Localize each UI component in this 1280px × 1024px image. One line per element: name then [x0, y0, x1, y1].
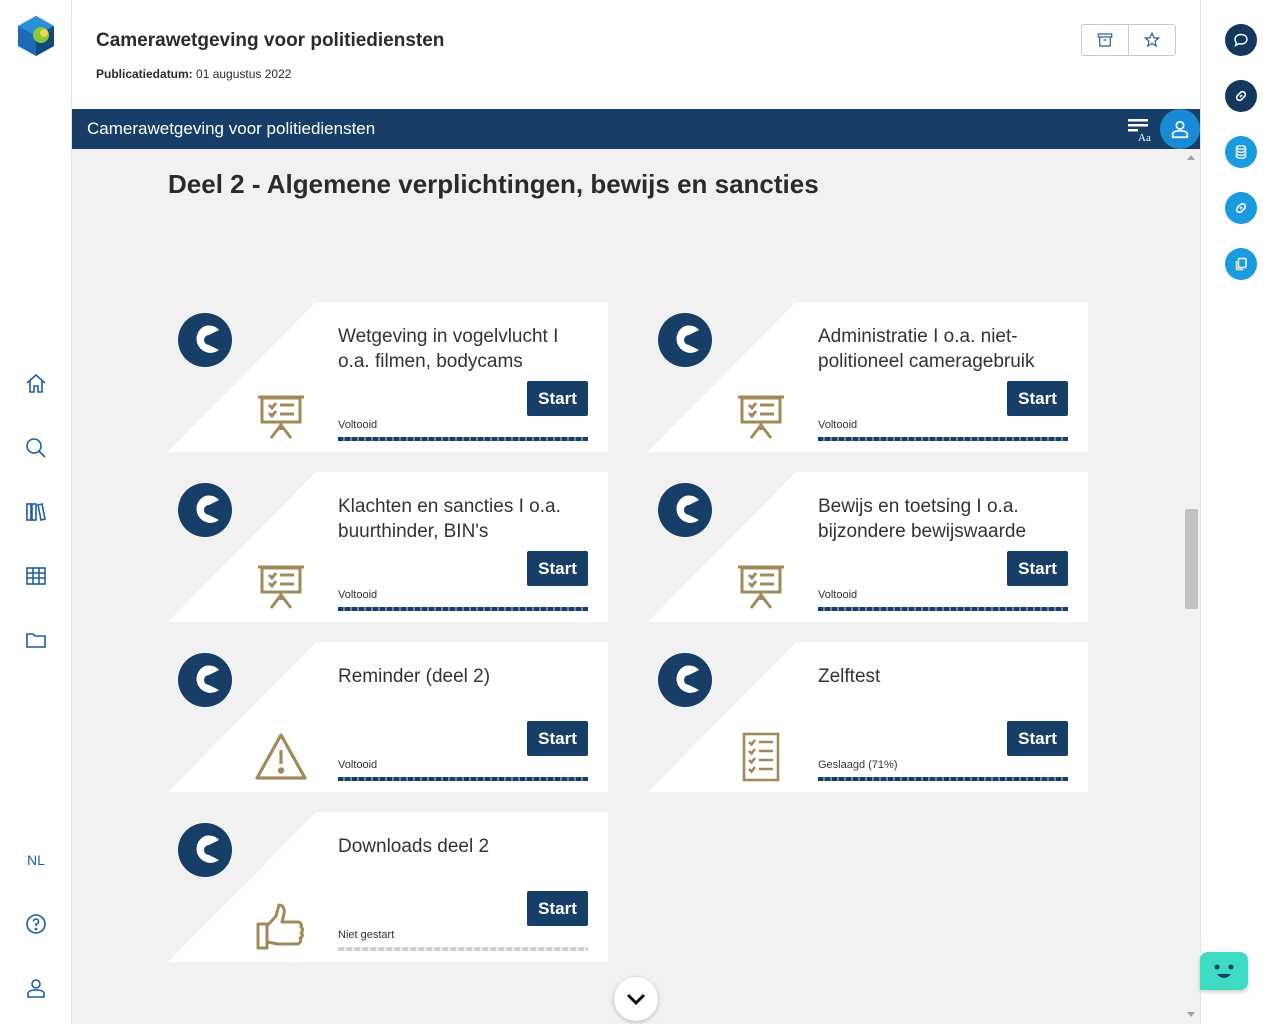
progress-bar: [338, 437, 588, 441]
progress-bar: [338, 947, 588, 951]
module-card[interactable]: Zelftest Start Geslaagd (71%): [648, 642, 1088, 792]
provider-logo-icon: [656, 652, 718, 708]
progress-bar: [818, 777, 1068, 781]
start-button[interactable]: Start: [527, 891, 588, 926]
progress-bar: [338, 607, 588, 611]
left-sidebar: NL: [0, 0, 72, 1024]
right-sidebar: [1200, 0, 1280, 1024]
chevron-down-icon: [626, 993, 646, 1006]
provider-logo-icon: [176, 652, 238, 708]
publication-date: Publicatiedatum: 01 augustus 2022: [96, 67, 291, 81]
start-button[interactable]: Start: [527, 721, 588, 756]
module-status: Geslaagd (71%): [818, 759, 898, 771]
thumbs-up-icon: [254, 900, 308, 954]
archive-button[interactable]: [1082, 25, 1128, 55]
text-settings-icon[interactable]: Aa: [1127, 117, 1153, 144]
scroll-down-arrow[interactable]: [1187, 1012, 1195, 1017]
language-selector[interactable]: NL: [0, 852, 72, 868]
section-title: Deel 2 - Algemene verplichtingen, bewijs…: [168, 169, 819, 199]
link-button-2[interactable]: [1225, 192, 1257, 224]
presentation-icon: [254, 390, 308, 444]
module-title: Reminder (deel 2): [338, 666, 491, 687]
copy-button[interactable]: [1225, 248, 1257, 280]
star-icon: [1143, 31, 1161, 48]
link-button-1[interactable]: [1225, 80, 1257, 112]
presentation-icon: [734, 560, 788, 614]
module-card[interactable]: Bewijs en toetsing I o.a. bijzondere bew…: [648, 472, 1088, 622]
start-button[interactable]: Start: [527, 551, 588, 586]
module-title: Bewijs en toetsing I o.a. bijzondere bew…: [818, 496, 1027, 542]
module-title: Wetgeving in vogelvlucht I o.a. filmen, …: [338, 326, 559, 372]
warning-icon: [254, 730, 308, 784]
help-icon[interactable]: [22, 910, 50, 938]
publication-date-label: Publicatiedatum:: [96, 67, 193, 81]
start-button[interactable]: Start: [1007, 551, 1068, 586]
archive-icon: [1097, 33, 1113, 47]
chat-bubble-icon: [1234, 33, 1248, 47]
module-status: Voltooid: [818, 589, 858, 601]
app-logo-icon[interactable]: [14, 14, 58, 58]
module-card[interactable]: Wetgeving in vogelvlucht I o.a. filmen, …: [168, 302, 608, 452]
start-button[interactable]: Start: [1007, 721, 1068, 756]
course-bar: Camerawetgeving voor politiediensten Aa: [72, 109, 1200, 149]
start-button[interactable]: Start: [527, 381, 588, 416]
provider-logo-icon: [176, 822, 238, 878]
start-button[interactable]: Start: [1007, 381, 1068, 416]
chatbot-button[interactable]: [1200, 952, 1248, 990]
provider-logo-icon: [176, 482, 238, 538]
course-bar-title: Camerawetgeving voor politiediensten: [87, 119, 376, 138]
module-status: Voltooid: [338, 419, 378, 431]
module-title: Downloads deel 2: [338, 836, 490, 857]
folder-icon[interactable]: [22, 626, 50, 654]
profile-icon[interactable]: [22, 974, 50, 1002]
grid-icon[interactable]: [22, 562, 50, 590]
chat-button[interactable]: [1225, 24, 1257, 56]
user-account-button[interactable]: [1160, 109, 1200, 149]
home-icon[interactable]: [22, 370, 50, 398]
module-card[interactable]: Klachten en sancties I o.a. buurthinder,…: [168, 472, 608, 622]
module-status: Voltooid: [338, 589, 378, 601]
favorite-button[interactable]: [1128, 25, 1175, 55]
scroll-down-button[interactable]: [614, 977, 658, 1021]
user-icon: [1171, 120, 1189, 139]
copy-icon: [1235, 257, 1247, 271]
module-card[interactable]: Reminder (deel 2) Start Voltooid: [168, 642, 608, 792]
module-status: Voltooid: [818, 419, 858, 431]
progress-bar: [818, 607, 1068, 611]
module-card[interactable]: Downloads deel 2 Start Niet gestart: [168, 812, 608, 962]
publication-date-value: 01 augustus 2022: [196, 67, 292, 81]
provider-logo-icon: [176, 312, 238, 368]
provider-logo-icon: [656, 312, 718, 368]
module-title: Administratie I o.a. niet-politioneel ca…: [818, 326, 1035, 372]
bot-face-icon: [1214, 964, 1234, 978]
module-status: Niet gestart: [338, 929, 395, 941]
header-actions: [1081, 24, 1176, 56]
database-icon: [1235, 145, 1247, 160]
module-title: Klachten en sancties I o.a. buurthinder,…: [338, 496, 561, 542]
content-area: Deel 2 - Algemene verplichtingen, bewijs…: [72, 149, 1184, 1024]
provider-logo-icon: [656, 482, 718, 538]
presentation-icon: [734, 390, 788, 444]
document-header: Camerawetgeving voor politiediensten Pub…: [72, 0, 1200, 108]
document-title: Camerawetgeving voor politiediensten: [96, 30, 445, 51]
database-button[interactable]: [1225, 136, 1257, 168]
module-card[interactable]: Administratie I o.a. niet-politioneel ca…: [648, 302, 1088, 452]
library-icon[interactable]: [22, 498, 50, 526]
checklist-icon: [734, 730, 788, 784]
module-status: Voltooid: [338, 759, 378, 771]
module-title: Zelftest: [818, 666, 881, 687]
svg-text:Aa: Aa: [1138, 132, 1151, 143]
link-icon: [1235, 90, 1247, 102]
link-icon: [1235, 202, 1247, 214]
scrollbar-thumb[interactable]: [1185, 509, 1198, 609]
progress-bar: [338, 777, 588, 781]
presentation-icon: [254, 560, 308, 614]
progress-bar: [818, 437, 1068, 441]
scroll-up-arrow[interactable]: [1187, 155, 1195, 160]
search-icon[interactable]: [22, 434, 50, 462]
